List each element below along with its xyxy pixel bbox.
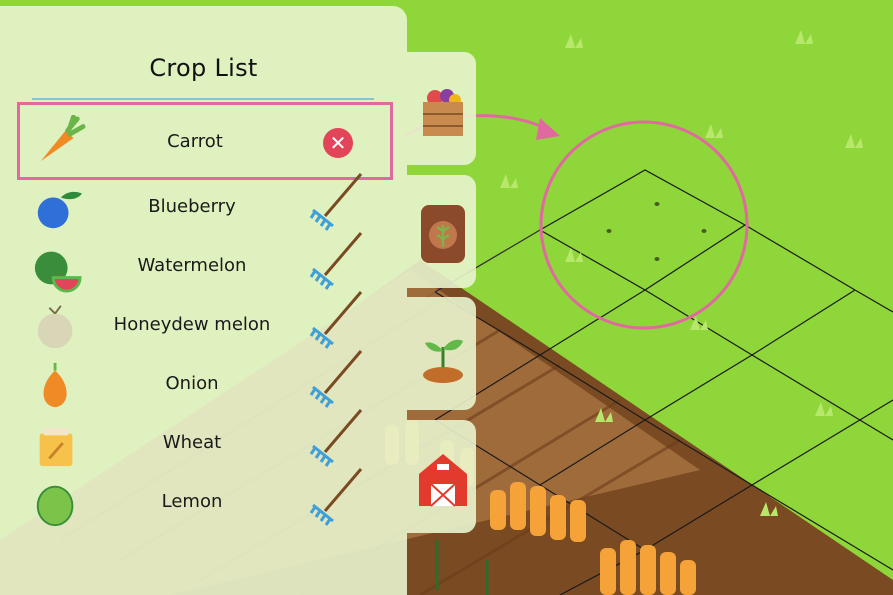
tab-barn[interactable] [407,420,476,533]
tab-plant[interactable] [407,297,476,410]
rake-icon [309,409,363,467]
carrot-icon [40,115,86,162]
rake-icon [309,468,363,526]
harvest-crate-icon [423,89,463,136]
seed-bag-icon [421,205,465,263]
rake-icon [309,350,363,408]
title-divider [32,98,374,100]
crop-item-wheat[interactable]: Wheat [17,409,393,472]
crop-item-carrot[interactable]: Carrot ✕ [17,102,393,180]
tab-seeds[interactable] [407,175,476,288]
barn-icon [419,454,467,507]
onion-icon [43,362,67,408]
crop-item-lemon[interactable]: Lemon [17,468,393,531]
sprout-soil-icon [423,339,463,383]
tool-tabs [407,0,477,595]
rake-icon [309,232,363,290]
crop-label: Onion [165,373,219,394]
watermelon-icon [34,251,82,293]
honeydew-melon-icon [37,305,73,349]
remove-selection-button[interactable]: ✕ [323,128,353,158]
crop-label: Honeydew melon [113,314,271,335]
crop-item-onion[interactable]: Onion [17,350,393,413]
panel-title: Crop List [149,54,258,82]
lemon-icon [36,485,74,527]
tab-harvest[interactable] [407,52,476,165]
crop-label: Carrot [167,131,223,152]
crop-label: Blueberry [148,196,236,217]
crop-label: Lemon [161,491,223,512]
crop-item-honeydew-melon[interactable]: Honeydew melon [17,291,393,354]
rake-icon [309,291,363,349]
crop-item-blueberry[interactable]: Blueberry [17,173,393,236]
crop-list-panel: Crop List Carrot ✕ Blueberry Watermelon [0,6,407,595]
blueberry-icon [37,191,82,229]
wheat-icon [39,427,73,467]
crop-item-watermelon[interactable]: Watermelon [17,232,393,295]
crop-label: Wheat [162,432,222,453]
crop-label: Watermelon [137,255,247,276]
rake-icon [309,173,363,231]
